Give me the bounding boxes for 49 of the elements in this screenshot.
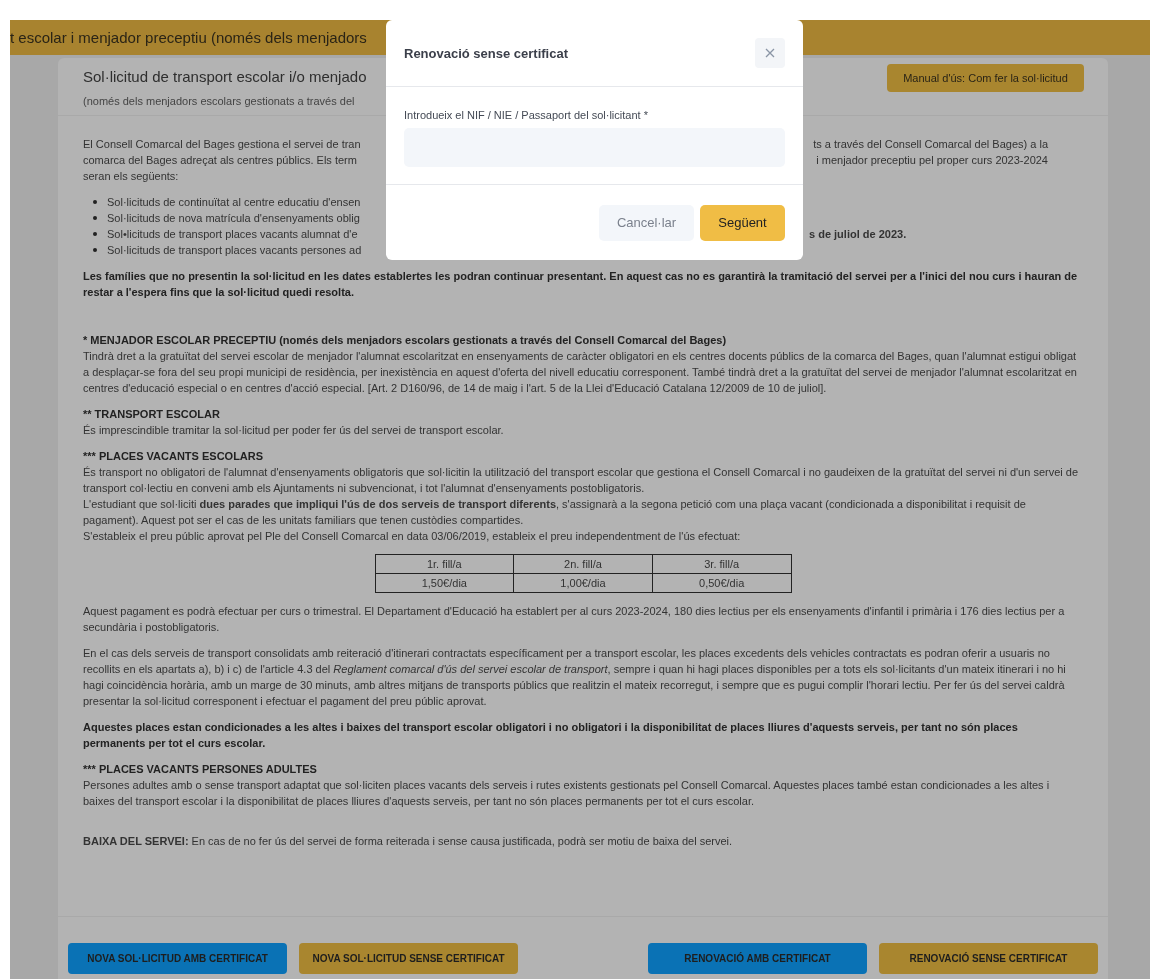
text-line: ts a través del Consell Comarcal del Bages) a la [813, 137, 1048, 152]
next-button[interactable]: Següent [700, 204, 785, 241]
text-line: El Consell Comarcal del Bages gestiona el servei de tran [83, 137, 361, 152]
text-line: i menjador preceptiu pel proper curs 2023-2024 [816, 153, 1048, 168]
bullet-icon [93, 232, 97, 236]
text-line: Sol·licituds de nova matrícula d'ensenyaments oblig [107, 211, 360, 226]
paragraph: Aquestes places estan condicionades a les altes i baixes del transport escolar obligatori i no obligatori i la disponibilitat de places lliures d'aquests serveis, per tant no són places permanents per tot el curs escolar. [83, 720, 1019, 751]
section-heading: ** TRANSPORT ESCOLAR [83, 407, 221, 422]
paragraph: Les famílies que no presentin la sol·licitud en les dates establertes les podran continuar presentant. En aquest cas no es garantirà la tramitació del servei per a l'inici del nou curs i hauran de restar a l'espera fins que la sol·licitud quedi resolta. [83, 269, 1079, 300]
table-header-cell: 3r. fill/a [652, 554, 791, 574]
paragraph: Aquest pagament es podrà efectuar per curs o trimestral. El Departament d'Educació ha establert per al curs 2023-2024, 180 dies lectius per els ensenyaments d'infantil i primària i 176 dies lectius per a secundària i postobligatoris. [83, 604, 1066, 635]
paragraph: BAIXA DEL SERVEI: En cas de no fer ús del servei de forma reiterada i sense causa justificada, podrà ser motiu de baixa del servei. [83, 834, 734, 849]
action-button[interactable]: NOVA SOL·LICITUD AMB CERTIFICAT [68, 943, 287, 974]
paragraph: Persones adultes amb o sense transport adaptat que sol·liciten places vacants dels serveis i rutes existents gestionats pel Consell Comarcal. Aquestes places també estan condicionades a les altes i baixes del transport escolar i la disponibilitat de places lliures d'aquests serveis, per tant no són places permanents per tot el curs escolar. [83, 778, 1051, 809]
paragraph: És imprescindible tramitar la sol·licitud per poder fer ús del servei de transport escolar. [83, 423, 505, 438]
close-icon [765, 48, 775, 58]
text-line: Sol·licituds de transport places vacants persones ad [107, 243, 362, 258]
cancel-button[interactable]: Cancel·lar [599, 204, 694, 241]
bullet-icon [93, 200, 97, 204]
bullet-icon [93, 248, 97, 252]
section-heading: *** PLACES VACANTS ESCOLARS [83, 449, 265, 464]
manual-button[interactable]: Manual d'ús: Com fer la sol·licitud [887, 64, 1084, 92]
paragraph: L'estudiant que sol·liciti dues parades que impliqui l'ús de dos serveis de transport diferents, s'assignarà a la segona petició com una plaça vacant (condicionada a disponibilitat i requisit de pagament). Aquest pot ser el cas de les unitats familiars que tenen custòdies compartides. [83, 497, 1027, 528]
table-header-cell: 1r. fill/a [375, 554, 514, 574]
table-cell: 0,50€/dia [652, 573, 791, 593]
card-subtitle: (només dels menjadors escolars gestionats a través del [83, 95, 356, 107]
action-button[interactable]: NOVA SOL·LICITUD SENSE CERTIFICAT [299, 943, 518, 974]
field-label: Introdueix el NIF / NIE / Passaport del sol·licitant * [404, 109, 649, 121]
section-heading: * MENJADOR ESCOLAR PRECEPTIU (només dels menjadors escolars gestionats a través del Consell Comarcal del Bages) [83, 333, 728, 348]
text-line: comarca del Bages adreçat als centres públics. Els term [83, 153, 357, 168]
text-line: Sol·licituds de continuïtat al centre educatiu d'ensen [107, 195, 361, 210]
bullet-icon [93, 216, 97, 220]
text-line: s de juliol de 2023. [809, 227, 907, 242]
paragraph: S'estableix el preu públic aprovat pel Ple del Consell Comarcal en data 03/06/2019, estableix el preu independentment de l'ús efectuat: [83, 529, 742, 544]
paragraph: En el cas dels serveis de transport consolidats amb reiteració d'itinerari contractats específicament per a transport escolar, les places excedents dels vehicles contractats es podran oferir a usuaris no recollits en els apartats a), b) i c) de l'article 4.3 del Reglament comarcal d'ús del servei escolar de transport, sempre i quan hi hagi places disponibles per a tots els sol·licitants d'un mateix itinerari i no hi hagi coincidència horària, amb un marge de 30 minuts, amb altres mitjans de transports públics que realitzin el mateix recorregut, i sempre que es pugui complir l'horari lectiu. Per fer ús del servei caldrà presentar la sol·licitud corresponent i efectuar el pagament del preu públic aprovat. [83, 646, 1067, 709]
action-button[interactable]: RENOVACIÓ SENSE CERTIFICAT [879, 943, 1098, 974]
card-title: Sol·licitud de transport escolar i/o menjado [83, 68, 367, 85]
action-button[interactable]: RENOVACIÓ AMB CERTIFICAT [648, 943, 867, 974]
table-header-cell: 2n. fill/a [513, 554, 653, 574]
table-cell: 1,00€/dia [513, 573, 653, 593]
text-line: seran els següents: [83, 169, 179, 184]
section-heading: *** PLACES VACANTS PERSONES ADULTES [83, 762, 318, 777]
dialog-title: Renovació sense certificat [404, 45, 569, 61]
page-title: t escolar i menjador preceptiu (només dels menjadors [10, 29, 367, 46]
text-line: Sol•licituds de transport places vacants alumnat d'e [107, 227, 358, 242]
paragraph: És transport no obligatori de l'alumnat d'ensenyaments obligatoris que sol·licitin la utilització del transport escolar que gestiona el Consell Comarcal i no gaudeixen de la gratuïtat del servei ni d'un servei de transport col·lectiu en conveni amb els Ajuntaments ni subvencionat, i tot l'alumnat d'ensenyaments postobligatoris. [83, 465, 1080, 496]
table-cell: 1,50€/dia [375, 573, 514, 593]
paragraph: Tindrà dret a la gratuïtat del servei escolar de menjador l'alumnat escolaritzat en ensenyaments de caràcter obligatori en els centres docents públics de la comarca del Bages, quan l'alumnat estigui obligat a desplaçar-se fora del seu propi municipi de residència, per inexistència en aquest d'oferta del nivell educatiu corresponent. També tindrà dret a la gratuïtat del servei de menjador l'alumnat escolaritzat en centres d'educació especial o en centres d'acció especial. [Art. 2 D160/96, de 14 de maig i l'art. 5 de la Llei d'Educació Catalana 12/2009 de 10 de juliol]. [83, 349, 1078, 396]
close-button[interactable] [755, 38, 785, 68]
